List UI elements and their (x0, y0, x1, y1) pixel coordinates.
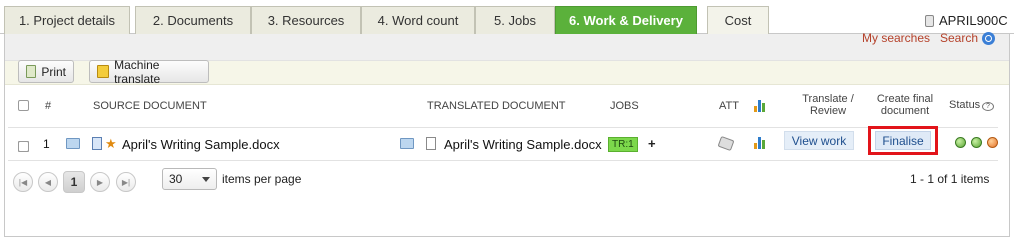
print-label: Print (41, 64, 66, 79)
tab-documents[interactable]: 2. Documents (135, 6, 251, 34)
current-page[interactable]: 1 (63, 171, 85, 193)
search-icon (982, 31, 996, 45)
last-page-icon[interactable]: ▶| (116, 172, 136, 192)
project-icon (925, 14, 934, 27)
tab-word-count[interactable]: 4. Word count (361, 6, 475, 34)
item-count: 1 - 1 of 1 items (910, 172, 990, 186)
source-document-name[interactable]: April's Writing Sample.docx (122, 137, 280, 152)
stats-icon[interactable] (754, 100, 766, 112)
col-translated-document[interactable]: TRANSLATED DOCUMENT (427, 100, 566, 112)
row-checkbox-frame-30 (18, 141, 29, 152)
project-code-text: APRIL900C (939, 13, 1008, 28)
my-searches-link[interactable]: My searches (862, 31, 930, 45)
help-icon[interactable]: ? (982, 102, 994, 111)
select-all-checkbox[interactable] (18, 100, 29, 111)
chevron-down-icon (202, 176, 210, 182)
job-badge[interactable]: TR:1 (608, 137, 638, 152)
row-stats-icon[interactable] (754, 137, 766, 149)
row-divider (8, 160, 998, 161)
finalise-highlight: Finalise (868, 126, 938, 155)
project-code: APRIL900C (925, 13, 1008, 28)
col-number: # (45, 100, 52, 112)
items-per-page-select[interactable]: 30 (162, 168, 217, 190)
print-button[interactable]: Print (18, 60, 74, 83)
tab-label: 2. Documents (152, 13, 234, 28)
col-status: Status (949, 99, 981, 111)
tab-label: 1. Project details (18, 13, 116, 28)
machine-translate-icon (97, 65, 110, 78)
col-jobs: JOBS (610, 100, 639, 112)
status-check-icon (971, 137, 982, 148)
document-icon (92, 137, 102, 150)
row-number: 1 (43, 137, 50, 151)
search-link[interactable]: Search (940, 31, 996, 45)
tab-label: 3. Resources (267, 13, 345, 28)
items-per-page-label: items per page (222, 172, 302, 186)
tab-label: 5. Jobs (494, 13, 536, 28)
tab-resources[interactable]: 3. Resources (251, 6, 361, 34)
tab-label: 4. Word count (377, 13, 459, 28)
print-icon (26, 65, 37, 78)
col-translate-review-line1: Translate / (802, 93, 854, 105)
document-icon (426, 137, 436, 150)
finalise-button[interactable]: Finalise (875, 131, 931, 150)
tab-work-delivery[interactable]: 6. Work & Delivery (555, 6, 697, 34)
tab-label: Cost (724, 13, 752, 28)
status-minus-icon (987, 137, 998, 148)
search-label: Search (940, 31, 979, 45)
tab-label: 6. Work & Delivery (569, 13, 683, 28)
items-per-page-value: 30 (169, 172, 183, 186)
col-create-final-line2: document (880, 105, 930, 117)
next-page-icon[interactable]: ▶ (90, 172, 110, 192)
folder-icon[interactable] (66, 138, 80, 149)
translated-document-name[interactable]: April's Writing Sample.docx (444, 137, 602, 152)
col-source-document[interactable]: SOURCE DOCUMENT (93, 100, 207, 112)
machine-translate-button[interactable]: Machine translate (89, 57, 209, 86)
col-translate-review-line2: Review (809, 105, 847, 117)
tab-jobs[interactable]: 5. Jobs (475, 6, 555, 34)
col-att: ATT (719, 100, 739, 112)
tab-cost[interactable]: Cost (707, 6, 769, 34)
prev-page-icon[interactable]: ◀ (38, 172, 58, 192)
folder-icon[interactable] (400, 138, 414, 149)
header-divider (8, 127, 998, 128)
star-icon[interactable]: ★ (105, 137, 117, 150)
col-create-final: Create final document (870, 93, 940, 117)
tab-bar: 1. Project details 2. Documents 3. Resou… (0, 0, 1014, 34)
col-translate-review: Translate / Review (796, 93, 860, 117)
status-check-icon (955, 137, 966, 148)
tab-project-details[interactable]: 1. Project details (4, 6, 130, 34)
view-work-button[interactable]: View work (784, 131, 854, 150)
col-create-final-line1: Create final (876, 93, 934, 105)
add-job-button[interactable]: + (648, 136, 656, 151)
machine-translate-label: Machine translate (114, 57, 161, 86)
first-page-icon[interactable]: |◀ (13, 172, 33, 192)
